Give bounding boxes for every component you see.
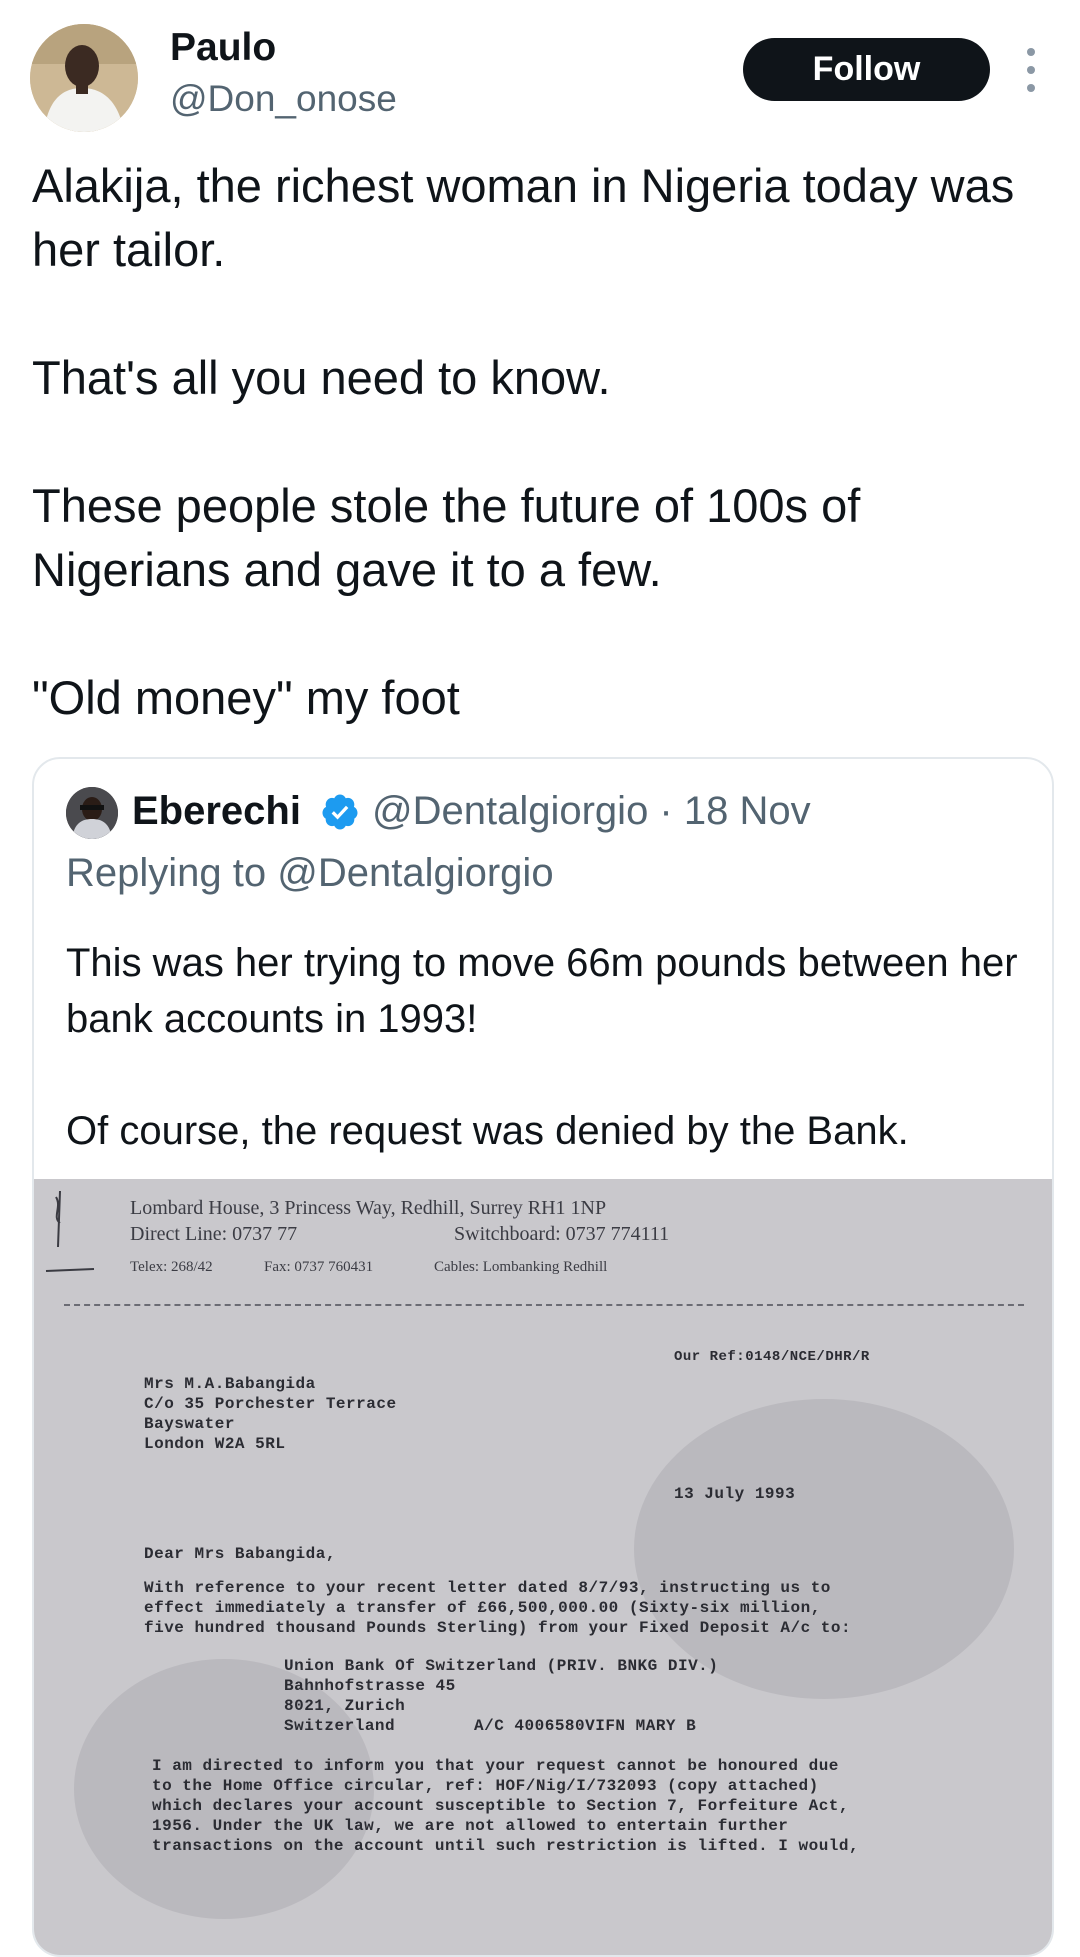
letterhead-line: Switchboard: 0737 774111 bbox=[454, 1223, 670, 1245]
letter-bank-line: Union Bank Of Switzerland (PRIV. BNKG DI… bbox=[284, 1657, 719, 1675]
margin-scrawl bbox=[45, 1190, 95, 1272]
more-vertical-icon[interactable] bbox=[1018, 48, 1044, 92]
letter-body-line: five hundred thousand Pounds Sterling) f… bbox=[144, 1619, 852, 1637]
letterhead-line: Lombard House, 3 Princess Way, Redhill, … bbox=[130, 1197, 607, 1219]
letter-salutation: Dear Mrs Babangida, bbox=[144, 1545, 336, 1563]
letter-address-line: C/o 35 Porchester Terrace bbox=[144, 1395, 397, 1413]
author-avatar[interactable] bbox=[30, 24, 138, 132]
letter-body-line: which declares your account susceptible … bbox=[152, 1797, 850, 1815]
letter-body-line: effect immediately a transfer of £66,500… bbox=[144, 1599, 821, 1617]
author-handle[interactable]: @Don_onose bbox=[170, 78, 397, 120]
letter-body-line: 1956. Under the UK law, we are not allow… bbox=[152, 1817, 789, 1835]
replying-mention[interactable]: @Dentalgiorgio bbox=[277, 851, 553, 895]
quoted-handle-date[interactable]: @Dentalgiorgio · 18 Nov bbox=[372, 789, 811, 834]
letter-address-line: Bayswater bbox=[144, 1415, 235, 1433]
more-dot bbox=[1027, 48, 1035, 56]
author-avatar-image bbox=[30, 24, 138, 132]
letter-body-line: I am directed to inform you that your re… bbox=[152, 1757, 839, 1775]
letterhead-line: Telex: 268/42 bbox=[130, 1259, 213, 1275]
letter-account: A/C 4006580VIFN MARY B bbox=[474, 1717, 697, 1735]
letter-date: 13 July 1993 bbox=[674, 1485, 796, 1503]
letterhead-line: Fax: 0737 760431 bbox=[264, 1259, 374, 1275]
quoted-author-name[interactable]: Eberechi bbox=[132, 789, 301, 834]
letter-address-line: London W2A 5RL bbox=[144, 1435, 286, 1453]
tweet-card: Paulo @Don_onose Follow Alakija, the ric… bbox=[0, 0, 1080, 1957]
letter-bank-line: Switzerland bbox=[284, 1717, 396, 1735]
author-name[interactable]: Paulo bbox=[170, 26, 276, 70]
more-dot bbox=[1027, 66, 1035, 74]
letterhead-line: Cables: Lombanking Redhill bbox=[434, 1259, 608, 1275]
quoted-paragraph: Of course, the request was denied by the… bbox=[66, 1109, 909, 1153]
letter-body-line: With reference to your recent letter dat… bbox=[144, 1579, 831, 1597]
letter-body-line: to the Home Office circular, ref: HOF/Ni… bbox=[152, 1777, 819, 1795]
letterhead-line: Direct Line: 0737 77 bbox=[130, 1223, 298, 1245]
letter-bank-line: Bahnhofstrasse 45 bbox=[284, 1677, 456, 1695]
more-dot bbox=[1027, 84, 1035, 92]
letter-reference: Our Ref:0148/NCE/DHR/R bbox=[674, 1349, 870, 1365]
follow-button[interactable]: Follow bbox=[743, 38, 990, 101]
quoted-tweet[interactable]: Eberechi @Dentalgiorgio · 18 Nov Replyin… bbox=[32, 757, 1054, 1957]
quoted-tweet-text: This was her trying to move 66m pounds b… bbox=[66, 935, 1026, 1159]
tweet-paragraph: "Old money" my foot bbox=[32, 671, 460, 724]
tweet-paragraph: These people stole the future of 100s of… bbox=[32, 479, 874, 596]
letter-address-line: Mrs M.A.Babangida bbox=[144, 1375, 316, 1393]
quoted-paragraph: This was her trying to move 66m pounds b… bbox=[66, 941, 1018, 1041]
tweet-text: Alakija, the richest woman in Nigeria to… bbox=[32, 154, 1052, 730]
scanned-letter-image[interactable]: Lombard House, 3 Princess Way, Redhill, … bbox=[34, 1179, 1052, 1955]
tweet-paragraph: Alakija, the richest woman in Nigeria to… bbox=[32, 159, 1028, 276]
letter-body-line: transactions on the account until such r… bbox=[152, 1837, 860, 1855]
quoted-author-avatar[interactable] bbox=[66, 787, 118, 839]
letter-bank-line: 8021, Zurich bbox=[284, 1697, 406, 1715]
verified-badge-icon bbox=[322, 794, 358, 830]
quoted-avatar-image bbox=[66, 787, 118, 839]
tweet-paragraph: That's all you need to know. bbox=[32, 351, 611, 404]
replying-to: Replying to @Dentalgiorgio bbox=[66, 851, 554, 896]
replying-prefix: Replying to bbox=[66, 851, 267, 895]
